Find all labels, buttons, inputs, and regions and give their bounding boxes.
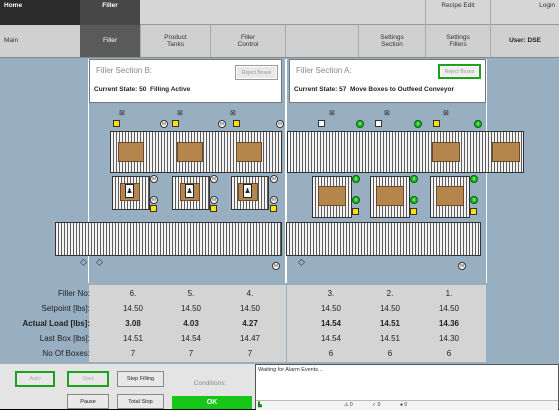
section-b-title: Filler Section B:	[96, 66, 153, 75]
motor-icon: M	[276, 120, 284, 128]
nav-login[interactable]: Login	[490, 0, 559, 25]
indicator-icon	[433, 120, 440, 127]
section-b-panel: Filler Section B: Reject Boxes Current S…	[89, 59, 282, 103]
valve-icon: ⊠	[329, 110, 335, 117]
pause-button[interactable]: Pause	[67, 394, 109, 409]
sensor-on-icon: S	[470, 196, 478, 204]
indicator-icon	[150, 205, 157, 212]
box	[432, 142, 460, 162]
start-button[interactable]: Start	[67, 371, 109, 387]
control-bar: Auto Start Step Filling Pause Total Stop…	[0, 364, 559, 410]
box	[118, 142, 144, 162]
scale-icon: ♟	[243, 184, 252, 198]
main-area: Filler Section B: Reject Boxes Current S…	[0, 58, 559, 364]
box	[318, 186, 346, 206]
alarm-text: Waiting for Alarm Events...	[258, 367, 323, 373]
indicator-icon	[270, 205, 277, 212]
valve-icon: ⬦	[80, 257, 87, 268]
auto-button[interactable]: Auto	[15, 371, 55, 387]
alarm-count-1: ⚠ 0	[344, 402, 353, 408]
valve-icon: ⊠	[443, 110, 449, 117]
box	[436, 186, 464, 206]
indicator-icon	[375, 120, 382, 127]
section-a-title: Filler Section A:	[296, 66, 352, 75]
section-b-reject-button[interactable]: Reject Boxes	[235, 65, 278, 80]
conditions-status: OK	[172, 396, 252, 409]
total-stop-button[interactable]: Total Stop	[117, 394, 164, 409]
motor-icon: M	[150, 175, 158, 183]
nav-filler-sub[interactable]: Filler	[80, 25, 140, 57]
table-row: Setpoint [lbs]: 14.50 14.50 14.50 14.50 …	[41, 303, 460, 313]
sensor-on-icon: S	[414, 120, 422, 128]
table-row: No Of Boxes: 7 7 7 6 6 6	[42, 348, 452, 358]
section-a-state: Current State: 57 Move Boxes to Outfeed …	[294, 86, 455, 93]
motor-icon: M	[160, 120, 168, 128]
sensor-on-icon: S	[410, 175, 418, 183]
motor-icon: M	[218, 120, 226, 128]
sensor-on-icon: S	[356, 120, 364, 128]
motor-icon: M	[458, 262, 466, 270]
nav-settings-fillers[interactable]: Settings Fillers	[425, 25, 490, 57]
user-label: User: DSE	[490, 25, 559, 57]
lower-conveyor-right	[286, 222, 481, 256]
indicator-icon	[352, 208, 359, 215]
box	[492, 142, 520, 162]
box	[376, 186, 404, 206]
indicator-icon	[318, 120, 325, 127]
nav-home[interactable]: Home	[0, 0, 80, 25]
indicator-icon	[172, 120, 179, 127]
outfeed-upper-conveyor	[287, 131, 524, 173]
sub-nav: Main Filler Product Tanks Filler Control…	[0, 25, 559, 58]
sensor-on-icon: S	[410, 196, 418, 204]
scale-icon: ♟	[125, 184, 134, 198]
alarm-panel: Waiting for Alarm Events... ▙ ⚠ 0 ✓ 0 ● …	[255, 364, 559, 410]
table-row: Last Box [lbs]: 14.51 14.54 14.47 14.54 …	[39, 333, 460, 343]
section-b-state: Current State: 50 Filling Active	[94, 86, 191, 93]
motor-icon: M	[270, 196, 278, 204]
sensor-on-icon: S	[470, 175, 478, 183]
alarm-flag-icon: ▙	[258, 402, 262, 408]
table-row: Filler No: 6. 5. 4. 3. 2. 1.	[57, 288, 453, 298]
sensor-on-icon: S	[352, 175, 360, 183]
step-filling-button[interactable]: Step Filling	[117, 371, 164, 387]
valve-icon: ⊠	[119, 110, 125, 117]
nav-main[interactable]: Main	[0, 25, 80, 57]
section-a-reject-button[interactable]: Reject Boxes	[438, 64, 481, 79]
scale-icon: ♟	[185, 184, 194, 198]
alarm-count-3: ● 0	[400, 402, 408, 408]
box	[177, 142, 203, 162]
valve-icon: ⊠	[230, 110, 236, 117]
top-nav: Home Filler Recipe Edit Login	[0, 0, 559, 25]
sensor-on-icon: S	[352, 196, 360, 204]
indicator-icon	[410, 208, 417, 215]
motor-icon: M	[150, 196, 158, 204]
nav-empty	[285, 25, 358, 57]
motor-icon: M	[210, 175, 218, 183]
nav-product-tanks[interactable]: Product Tanks	[140, 25, 210, 57]
sensor-on-icon: S	[474, 120, 482, 128]
indicator-icon	[233, 120, 240, 127]
nav-filler[interactable]: Filler	[80, 0, 140, 25]
valve-icon: ⊠	[384, 110, 390, 117]
lower-conveyor-left	[55, 222, 282, 256]
conditions-label: Conditions:	[172, 371, 248, 396]
box	[236, 142, 262, 162]
section-a-panel: Filler Section A: Reject Boxes Current S…	[289, 59, 486, 103]
valve-icon: ⬦	[96, 257, 103, 268]
valve-icon: ⊠	[177, 110, 183, 117]
nav-recipe-edit[interactable]: Recipe Edit	[425, 0, 490, 25]
indicator-icon	[210, 205, 217, 212]
indicator-icon	[470, 208, 477, 215]
valve-icon: ⬦	[298, 257, 305, 268]
indicator-icon	[113, 120, 120, 127]
table-row: Actual Load [lbs]: 3.08 4.03 4.27 14.54 …	[22, 318, 460, 328]
nav-filler-control[interactable]: Filler Control	[210, 25, 285, 57]
motor-icon: M	[210, 196, 218, 204]
alarm-count-2: ✓ 0	[372, 402, 381, 408]
nav-settings-section[interactable]: Settings Section	[358, 25, 425, 57]
motor-icon: M	[272, 262, 280, 270]
motor-icon: M	[270, 175, 278, 183]
